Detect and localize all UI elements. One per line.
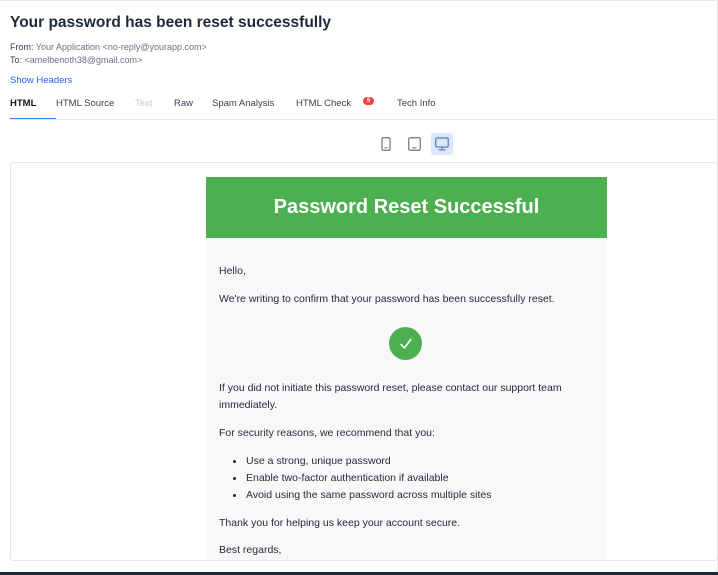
tab-html-source[interactable]: HTML Source xyxy=(56,97,135,120)
tab-divider xyxy=(10,119,717,120)
show-headers-link[interactable]: Show Headers xyxy=(10,75,72,86)
message-subject: Your password has been reset successfull… xyxy=(10,14,332,31)
tab-html[interactable]: HTML xyxy=(10,97,56,120)
email-header: Password Reset Successful xyxy=(206,177,607,238)
device-switcher xyxy=(375,133,453,155)
security-tips-list: Use a strong, unique password Enable two… xyxy=(233,453,492,504)
email-thanks-text: Thank you for helping us keep your accou… xyxy=(219,517,461,529)
tablet-view-button[interactable] xyxy=(403,133,425,155)
to-value: <amelbenoth38@gmail.com> xyxy=(24,55,143,65)
check-circle-icon xyxy=(389,327,422,360)
tab-html-check[interactable]: HTML Check 5 xyxy=(296,97,397,120)
to-label: To: xyxy=(10,55,23,65)
view-tabs: HTML HTML Source Text Raw Spam Analysis … xyxy=(10,97,717,120)
from-label: From: xyxy=(10,42,34,52)
list-item: Enable two-factor authentication if avai… xyxy=(233,470,492,487)
from-row: From: Your Application <no-reply@yourapp… xyxy=(10,42,207,52)
list-item: Use a strong, unique password xyxy=(233,453,492,470)
from-value: Your Application <no-reply@yourapp.com> xyxy=(35,42,207,52)
to-row: To: <amelbenoth38@gmail.com> xyxy=(10,55,142,65)
tab-spam-analysis[interactable]: Spam Analysis xyxy=(212,97,296,120)
email-header-title: Password Reset Successful xyxy=(273,196,540,218)
tab-text: Text xyxy=(135,98,153,109)
checkmark-icon xyxy=(399,338,412,349)
email-security-text: For security reasons, we recommend that … xyxy=(219,427,435,439)
email-confirm-text: We're writing to confirm that your passw… xyxy=(219,293,555,305)
html-check-badge: 5 xyxy=(363,97,375,105)
email-greeting: Hello, xyxy=(219,265,246,277)
tab-tech-info[interactable]: Tech Info xyxy=(397,97,457,120)
email-regards-text: Best regards, xyxy=(219,544,282,556)
desktop-icon xyxy=(435,137,449,151)
desktop-view-button[interactable] xyxy=(431,133,453,155)
email-viewer: Your password has been reset successfull… xyxy=(0,0,718,575)
email-content: Password Reset Successful Hello, We're w… xyxy=(206,177,607,560)
tablet-icon xyxy=(407,137,421,151)
email-preview-frame[interactable]: Password Reset Successful Hello, We're w… xyxy=(10,162,718,561)
list-item: Avoid using the same password across mul… xyxy=(233,487,492,504)
mobile-view-button[interactable] xyxy=(375,133,397,155)
tab-raw[interactable]: Raw xyxy=(174,97,212,120)
tab-html-check-label: HTML Check xyxy=(296,98,352,109)
email-initiate-text: If you did not initiate this password re… xyxy=(219,382,562,411)
mobile-icon xyxy=(381,137,391,151)
